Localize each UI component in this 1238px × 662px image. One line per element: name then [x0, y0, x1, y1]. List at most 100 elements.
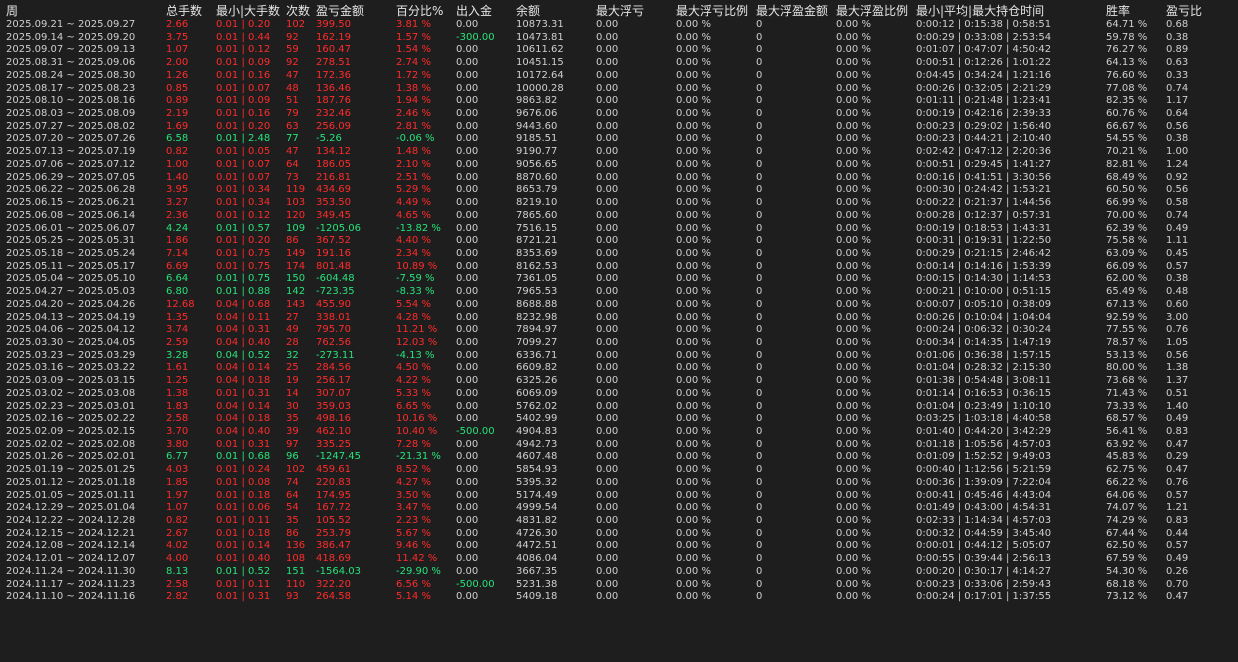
table-row[interactable]: 2025.01.05 ~ 2025.01.11 1.97 0.01 | 0.18 64… — [0, 490, 1238, 503]
col-balance-cell: 4472.51 — [516, 540, 558, 552]
col-week-cell: 2025.06.15 ~ 2025.06.21 — [6, 197, 136, 209]
table-row[interactable]: 2025.05.11 ~ 2025.05.17 6.69 0.01 | 0.75 17… — [0, 261, 1238, 274]
header-col-percent[interactable]: 百分比% — [396, 3, 454, 19]
header-col-win-rate[interactable]: 胜率 — [1106, 3, 1164, 19]
table-row[interactable]: 2025.01.12 ~ 2025.01.18 1.85 0.01 | 0.08 74… — [0, 477, 1238, 490]
table-row[interactable]: 2025.06.08 ~ 2025.06.14 2.36 0.01 | 0.12 12… — [0, 210, 1238, 223]
col-win-rate-cell: 45.83 % — [1106, 451, 1148, 463]
table-row[interactable]: 2025.03.30 ~ 2025.04.05 2.59 0.04 | 0.40 28… — [0, 337, 1238, 350]
table-row[interactable]: 2024.12.29 ~ 2025.01.04 1.07 0.01 | 0.06 54… — [0, 502, 1238, 515]
table-row[interactable]: 2025.08.10 ~ 2025.08.16 0.89 0.01 | 0.09 51… — [0, 95, 1238, 108]
col-total-lots-cell: 1.00 — [166, 158, 189, 170]
header-col-balance[interactable]: 余额 — [516, 3, 594, 19]
col-week-cell: 2025.08.17 ~ 2025.08.23 — [6, 82, 136, 94]
header-col-max-float-profit-ratio[interactable]: 最大浮盈比例 — [836, 3, 914, 19]
table-row[interactable]: 2024.12.01 ~ 2024.12.07 4.00 0.01 | 0.40 10… — [0, 553, 1238, 566]
table-row[interactable]: 2025.09.14 ~ 2025.09.20 3.75 0.01 | 0.44 92… — [0, 32, 1238, 45]
table-row[interactable]: 2025.06.01 ~ 2025.06.07 4.24 0.01 | 0.57 10… — [0, 223, 1238, 236]
col-min-max-lots-cell: 0.04 | 0.31 — [216, 324, 271, 336]
header-col-deposit[interactable]: 出入金 — [456, 3, 514, 19]
header-col-count[interactable]: 次数 — [286, 3, 314, 19]
table-row[interactable]: 2025.08.03 ~ 2025.08.09 2.19 0.01 | 0.16 79… — [0, 108, 1238, 121]
col-max-float-loss-ratio-cell: 0.00 % — [676, 565, 711, 577]
col-pnl-ratio-cell: 0.89 — [1166, 44, 1189, 56]
table-row[interactable]: 2025.07.13 ~ 2025.07.19 0.82 0.01 | 0.05 47… — [0, 146, 1238, 159]
table-row[interactable]: 2025.07.27 ~ 2025.08.02 1.69 0.01 | 0.20 63… — [0, 121, 1238, 134]
col-pnl-cell: 322.20 — [316, 578, 351, 590]
col-total-lots-cell: 4.02 — [166, 540, 189, 552]
header-col-min-max-lots[interactable]: 最小|大手数 — [216, 3, 284, 19]
header-col-max-float-profit[interactable]: 最大浮盈金额 — [756, 3, 834, 19]
table-row[interactable]: 2025.04.06 ~ 2025.04.12 3.74 0.04 | 0.31 49… — [0, 324, 1238, 337]
table-row[interactable]: 2025.03.16 ~ 2025.03.22 1.61 0.04 | 0.14 25… — [0, 362, 1238, 375]
table-row[interactable]: 2025.02.09 ~ 2025.02.15 3.70 0.04 | 0.40 39… — [0, 426, 1238, 439]
table-row[interactable]: 2025.04.27 ~ 2025.05.03 6.80 0.01 | 0.88 14… — [0, 286, 1238, 299]
col-max-float-profit-ratio-cell: 0.00 % — [836, 146, 871, 158]
table-row[interactable]: 2025.09.21 ~ 2025.09.27 2.66 0.01 | 0.20 10… — [0, 19, 1238, 32]
table-row[interactable]: 2024.11.24 ~ 2024.11.30 8.13 0.01 | 0.52 15… — [0, 566, 1238, 579]
table-row[interactable]: 2025.06.29 ~ 2025.07.05 1.40 0.01 | 0.07 73… — [0, 172, 1238, 185]
col-max-float-profit-cell: 0 — [756, 69, 763, 81]
header-col-total-lots[interactable]: 总手数 — [166, 3, 214, 19]
col-max-float-loss-cell: 0.00 — [596, 158, 619, 170]
col-balance-cell: 7965.53 — [516, 286, 558, 298]
table-row[interactable]: 2025.02.23 ~ 2025.03.01 1.83 0.04 | 0.14 30… — [0, 401, 1238, 414]
col-count-cell: 174 — [286, 260, 306, 272]
col-week-cell: 2025.03.02 ~ 2025.03.08 — [6, 387, 136, 399]
table-row[interactable]: 2025.06.22 ~ 2025.06.28 3.95 0.01 | 0.34 11… — [0, 184, 1238, 197]
col-total-lots-cell: 3.75 — [166, 31, 189, 43]
table-row[interactable]: 2025.03.23 ~ 2025.03.29 3.28 0.04 | 0.52 32… — [0, 350, 1238, 363]
table-row[interactable]: 2025.07.20 ~ 2025.07.26 6.58 0.01 | 2.48 77… — [0, 133, 1238, 146]
table-row[interactable]: 2025.02.16 ~ 2025.02.22 2.58 0.04 | 0.18 35… — [0, 413, 1238, 426]
col-count-cell: 39 — [286, 426, 299, 437]
table-row[interactable]: 2025.02.02 ~ 2025.02.08 3.80 0.01 | 0.31 97… — [0, 439, 1238, 452]
table-row[interactable]: 2024.11.17 ~ 2024.11.23 2.58 0.01 | 0.11 11… — [0, 579, 1238, 592]
table-row[interactable]: 2025.08.24 ~ 2025.08.30 1.26 0.01 | 0.16 47… — [0, 70, 1238, 83]
table-row[interactable]: 2025.04.20 ~ 2025.04.26 12.68 0.04 | 0.68 1… — [0, 299, 1238, 312]
col-percent-cell: 4.50 % — [396, 362, 431, 374]
col-pnl-cell: 187.76 — [316, 95, 351, 107]
table-row[interactable]: 2024.11.10 ~ 2024.11.16 2.82 0.01 | 0.31 93… — [0, 591, 1238, 604]
col-win-rate-cell: 65.49 % — [1106, 286, 1148, 298]
table-row[interactable]: 2025.08.17 ~ 2025.08.23 0.85 0.01 | 0.07 48… — [0, 83, 1238, 96]
col-pnl-cell: -723.35 — [316, 286, 355, 298]
col-pnl-ratio-cell: 0.29 — [1166, 451, 1189, 463]
table-row[interactable]: 2025.05.25 ~ 2025.05.31 1.86 0.01 | 0.20 86… — [0, 235, 1238, 248]
col-percent-cell: -0.06 % — [396, 133, 435, 145]
col-balance-cell: 9676.06 — [516, 108, 558, 120]
col-percent-cell: 1.54 % — [396, 44, 431, 56]
col-deposit-cell: 0.00 — [456, 375, 479, 387]
table-row[interactable]: 2025.05.18 ~ 2025.05.24 7.14 0.01 | 0.75 14… — [0, 248, 1238, 261]
table-row[interactable]: 2025.07.06 ~ 2025.07.12 1.00 0.01 | 0.07 64… — [0, 159, 1238, 172]
table-row[interactable]: 2025.06.15 ~ 2025.06.21 3.27 0.01 | 0.34 10… — [0, 197, 1238, 210]
table-row[interactable]: 2025.05.04 ~ 2025.05.10 6.64 0.01 | 0.75 15… — [0, 273, 1238, 286]
table-row[interactable]: 2025.04.13 ~ 2025.04.19 1.35 0.04 | 0.11 27… — [0, 312, 1238, 325]
table-row[interactable]: 2025.03.09 ~ 2025.03.15 1.25 0.04 | 0.18 19… — [0, 375, 1238, 388]
table-row[interactable]: 2025.03.02 ~ 2025.03.08 1.38 0.01 | 0.31 14… — [0, 388, 1238, 401]
col-max-float-loss-ratio-cell: 0.00 % — [676, 540, 711, 552]
table-row[interactable]: 2024.12.08 ~ 2024.12.14 4.02 0.01 | 0.14 13… — [0, 540, 1238, 553]
table-row[interactable]: 2024.12.15 ~ 2024.12.21 2.67 0.01 | 0.18 86… — [0, 528, 1238, 541]
table-row[interactable]: 2025.01.19 ~ 2025.01.25 4.03 0.01 | 0.24 10… — [0, 464, 1238, 477]
header-col-week[interactable]: 周 — [6, 3, 164, 19]
table-row[interactable]: 2024.12.22 ~ 2024.12.28 0.82 0.01 | 0.11 35… — [0, 515, 1238, 528]
col-pnl-cell: 174.95 — [316, 489, 351, 501]
table-row[interactable]: 2025.08.31 ~ 2025.09.06 2.00 0.01 | 0.09 92… — [0, 57, 1238, 70]
col-min-max-lots-cell: 0.01 | 0.75 — [216, 247, 271, 259]
header-col-max-float-loss-ratio[interactable]: 最大浮亏比例 — [676, 3, 754, 19]
header-col-max-float-loss[interactable]: 最大浮亏 — [596, 3, 674, 19]
col-hold-time-cell: 0:00:19 | 0:42:16 | 2:39:33 — [916, 108, 1052, 120]
table-row[interactable]: 2025.01.26 ~ 2025.02.01 6.77 0.01 | 0.68 96… — [0, 451, 1238, 464]
col-max-float-profit-cell: 0 — [756, 375, 763, 387]
col-pnl-ratio-cell: 0.47 — [1166, 591, 1189, 603]
col-max-float-profit-cell: 0 — [756, 515, 763, 527]
col-hold-time-cell: 0:00:20 | 0:30:17 | 4:14:27 — [916, 565, 1052, 577]
header-col-pnl-ratio[interactable]: 盈亏比 — [1166, 3, 1236, 19]
col-max-float-profit-ratio-cell: 0.00 % — [836, 438, 871, 450]
col-min-max-lots-cell: 0.04 | 0.14 — [216, 362, 271, 374]
header-col-pnl[interactable]: 盈亏金额 — [316, 3, 394, 19]
header-col-hold-time[interactable]: 最小|平均|最大持仓时间 — [916, 3, 1104, 19]
col-max-float-loss-cell: 0.00 — [596, 578, 619, 590]
table-row[interactable]: 2025.09.07 ~ 2025.09.13 1.07 0.01 | 0.12 59… — [0, 44, 1238, 57]
col-max-float-profit-ratio-cell: 0.00 % — [836, 209, 871, 221]
